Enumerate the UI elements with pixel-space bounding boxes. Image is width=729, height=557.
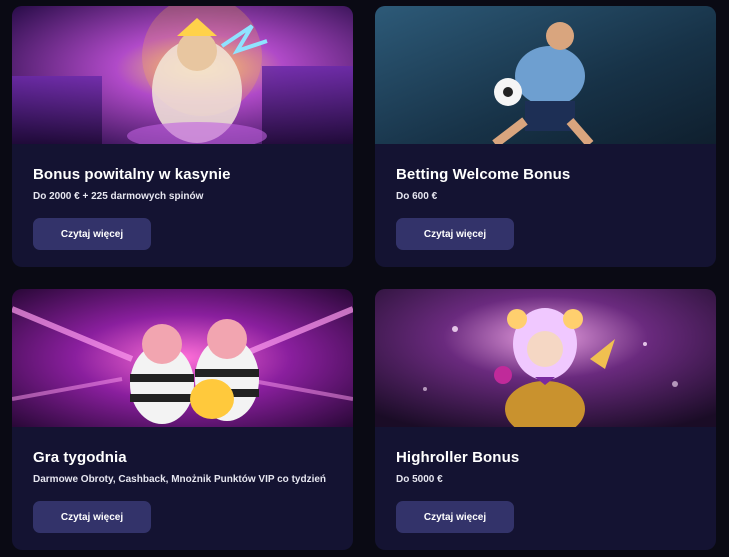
promo-subtitle: Do 2000 € + 225 darmowych spinów <box>33 191 204 202</box>
promo-card-betting-welcome: Betting Welcome Bonus Do 600 € Czytaj wi… <box>375 6 716 267</box>
promo-card-highroller: Highroller Bonus Do 5000 € Czytaj więcej <box>375 289 716 550</box>
promo-card-casino-welcome: Bonus powitalny w kasynie Do 2000 € + 22… <box>12 6 353 267</box>
read-more-button[interactable]: Czytaj więcej <box>33 218 151 250</box>
promo-subtitle: Do 5000 € <box>396 474 443 485</box>
promotions-grid: Bonus powitalny w kasynie Do 2000 € + 22… <box>12 6 717 551</box>
read-more-button[interactable]: Czytaj więcej <box>396 501 514 533</box>
promo-subtitle: Do 600 € <box>396 191 438 202</box>
promo-subtitle: Darmowe Obroty, Cashback, Mnożnik Punktó… <box>33 474 327 485</box>
promo-title: Gra tygodnia <box>33 449 127 466</box>
promo-card-game-of-week: Gra tygodnia Darmowe Obroty, Cashback, M… <box>12 289 353 550</box>
read-more-button[interactable]: Czytaj więcej <box>33 501 151 533</box>
promo-title: Betting Welcome Bonus <box>396 166 571 183</box>
read-more-button[interactable]: Czytaj więcej <box>396 218 514 250</box>
promo-title: Highroller Bonus <box>396 449 520 466</box>
jester-girl-hero-image <box>375 289 716 427</box>
promo-title: Bonus powitalny w kasynie <box>33 166 231 183</box>
football-player-hero-image <box>375 6 716 144</box>
zeus-casino-hero-image <box>12 6 353 144</box>
robber-pigs-hero-image <box>12 289 353 427</box>
